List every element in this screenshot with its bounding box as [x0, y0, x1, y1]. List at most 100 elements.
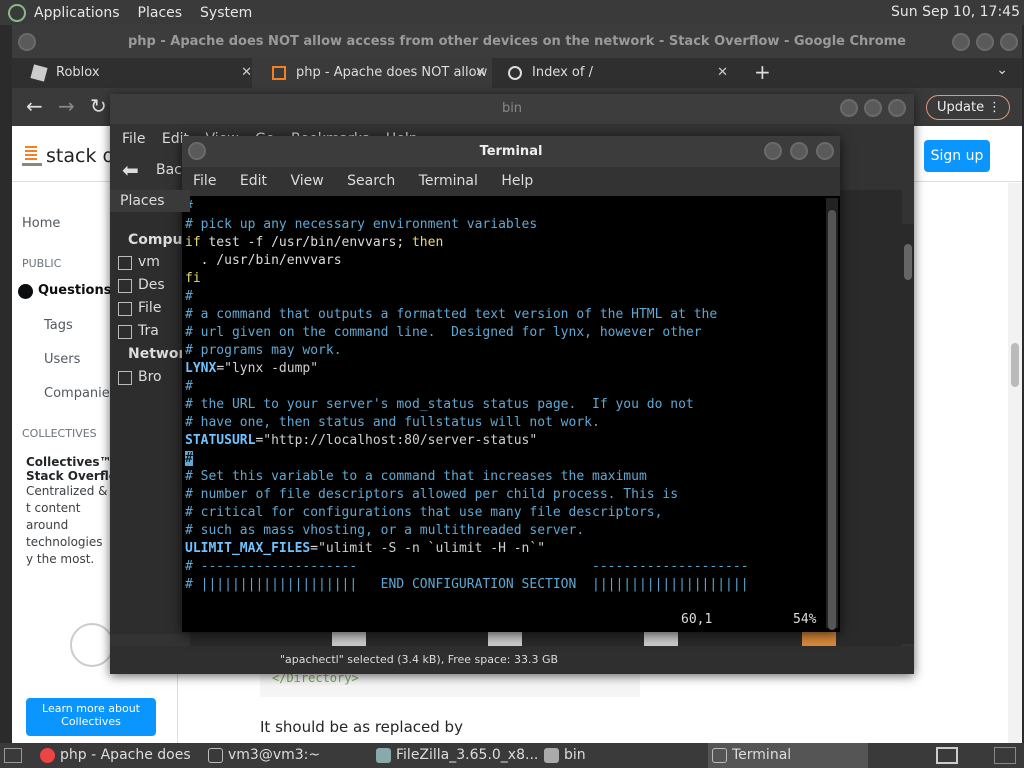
task-label: Terminal: [732, 747, 792, 763]
place-item[interactable]: vm: [118, 254, 160, 270]
term-line: #: [185, 450, 825, 468]
term-token: if: [185, 235, 201, 250]
clock[interactable]: Sun Sep 10, 17:45: [891, 4, 1020, 20]
close-icon[interactable]: [816, 142, 834, 160]
place-item[interactable]: Des: [118, 277, 165, 293]
menu-file[interactable]: File: [193, 173, 216, 189]
nav-tags[interactable]: Tags: [44, 318, 73, 333]
terminal-titlebar[interactable]: Terminal: [182, 136, 840, 167]
term-line: #: [185, 289, 193, 304]
menu-view[interactable]: View: [290, 173, 323, 189]
term-line: # programs may work.: [185, 343, 342, 358]
file-view-scrollbar[interactable]: [902, 224, 914, 644]
menu-system[interactable]: System: [200, 5, 252, 21]
close-icon[interactable]: [1000, 33, 1018, 51]
term-token: ULIMIT_MAX_FILES: [185, 541, 311, 556]
workspace-2-icon[interactable]: [994, 747, 1016, 764]
terminal-buffer[interactable]: ## pick up any necessary environment var…: [185, 198, 825, 630]
terminal-window: Terminal File Edit View Search Terminal …: [182, 136, 840, 632]
show-desktop-icon[interactable]: [4, 748, 22, 763]
update-button[interactable]: Update ⋮: [926, 95, 1010, 120]
minimize-icon[interactable]: [764, 142, 782, 160]
window-menu-icon[interactable]: [188, 142, 206, 160]
term-line: # have one, then status and fullstatus w…: [185, 415, 600, 430]
bottom-taskbar: php - Apache does ... vm3@vm3:~ FileZill…: [0, 743, 1024, 768]
place-item[interactable]: Tra: [118, 323, 159, 339]
maximize-icon[interactable]: [864, 99, 882, 117]
distro-logo-icon[interactable]: [8, 3, 26, 22]
menu-places[interactable]: Places: [138, 5, 183, 21]
tab-close-icon[interactable]: ✕: [475, 58, 486, 88]
term-token: STATUSURL: [185, 433, 256, 448]
scroll-thumb[interactable]: [828, 210, 836, 630]
task-vm3-terminal[interactable]: vm3@vm3:~: [204, 743, 364, 768]
term-line: # such as mass vhosting, or a multithrea…: [185, 523, 585, 538]
place-item[interactable]: File: [118, 300, 161, 316]
window-menu-icon[interactable]: [18, 33, 36, 51]
tab-stackoverflow[interactable]: php - Apache does NOT allow ✕: [252, 58, 492, 88]
tab-search-chevron-icon[interactable]: ⌄: [996, 62, 1008, 78]
task-label: FileZilla_3.65.0_x8...: [396, 747, 539, 763]
back-arrow-icon[interactable]: ←: [26, 94, 43, 118]
file-icon[interactable]: [488, 632, 522, 646]
archive-icon: [376, 748, 391, 763]
task-filezilla[interactable]: FileZilla_3.65.0_x8...: [372, 743, 538, 768]
tab-index-of[interactable]: Index of / ✕: [488, 58, 734, 88]
file-manager-titlebar[interactable]: bin: [110, 94, 914, 124]
learn-more-collectives-button[interactable]: Learn more about Collectives: [26, 698, 156, 736]
reload-icon[interactable]: ↻: [90, 94, 107, 118]
scroll-thumb[interactable]: [1011, 343, 1019, 387]
task-label: vm3@vm3:~: [228, 747, 321, 763]
scroll-thumb[interactable]: [904, 244, 912, 280]
tab-close-icon[interactable]: ✕: [717, 58, 728, 88]
place-label: Bro: [138, 369, 162, 385]
menu-edit[interactable]: Edit: [240, 173, 267, 189]
file-icon[interactable]: [802, 632, 836, 646]
file-manager-title: bin: [501, 101, 523, 116]
menu-applications[interactable]: Applications: [34, 5, 120, 21]
close-icon[interactable]: [888, 99, 906, 117]
term-token: LYNX: [185, 361, 217, 376]
task-terminal[interactable]: Terminal: [708, 743, 868, 768]
place-item[interactable]: Bro: [118, 369, 162, 385]
terminal-icon: [208, 748, 223, 763]
menu-terminal[interactable]: Terminal: [419, 173, 478, 189]
new-tab-button[interactable]: +: [754, 60, 771, 84]
menu-help[interactable]: Help: [501, 173, 533, 189]
nav-home[interactable]: Home: [22, 216, 60, 231]
back-arrow-icon[interactable]: ⬅: [122, 158, 139, 182]
maximize-icon[interactable]: [790, 142, 808, 160]
forward-arrow-icon[interactable]: →: [58, 94, 75, 118]
place-label: Tra: [138, 323, 159, 339]
term-token: "ulimit -S -n `ulimit -H -n`": [318, 541, 546, 556]
nav-questions[interactable]: Questions: [16, 283, 111, 299]
minimize-icon[interactable]: [952, 33, 970, 51]
kebab-menu-icon[interactable]: ⋮: [988, 96, 1001, 119]
chrome-titlebar[interactable]: php - Apache does NOT allow access from …: [12, 25, 1022, 58]
scroll-percent: 54%: [793, 612, 817, 627]
page-scrollbar[interactable]: [1008, 183, 1022, 743]
menu-search[interactable]: Search: [347, 173, 395, 189]
desktop-icon: [118, 279, 132, 293]
task-chrome[interactable]: php - Apache does ...: [36, 743, 196, 768]
file-icon[interactable]: [332, 632, 366, 646]
places-sidebar: Compute vm Des File Tra Network Bro: [110, 190, 199, 634]
terminal-menubar: File Edit View Search Terminal Help: [182, 167, 840, 196]
workspace-1-icon[interactable]: [936, 747, 958, 764]
maximize-icon[interactable]: [976, 33, 994, 51]
terminal-scrollbar[interactable]: [826, 198, 838, 630]
term-line: # -------------------- -----------------…: [185, 559, 749, 574]
stackoverflow-logo-icon: [22, 142, 42, 166]
tab-close-icon[interactable]: ✕: [241, 58, 252, 88]
signup-button[interactable]: Sign up: [924, 140, 990, 172]
nav-users[interactable]: Users: [44, 352, 80, 367]
menu-file[interactable]: File: [122, 131, 145, 147]
nav-collectives-header: COLLECTIVES: [22, 427, 97, 440]
places-dropdown[interactable]: Places: [110, 190, 190, 212]
tab-roblox[interactable]: Roblox ✕: [12, 58, 258, 88]
task-bin[interactable]: bin: [540, 743, 700, 768]
term-line: if test -f /usr/bin/envvars; then: [185, 234, 825, 252]
nav-companies[interactable]: Companies: [44, 386, 117, 401]
file-icon[interactable]: [644, 632, 678, 646]
minimize-icon[interactable]: [840, 99, 858, 117]
